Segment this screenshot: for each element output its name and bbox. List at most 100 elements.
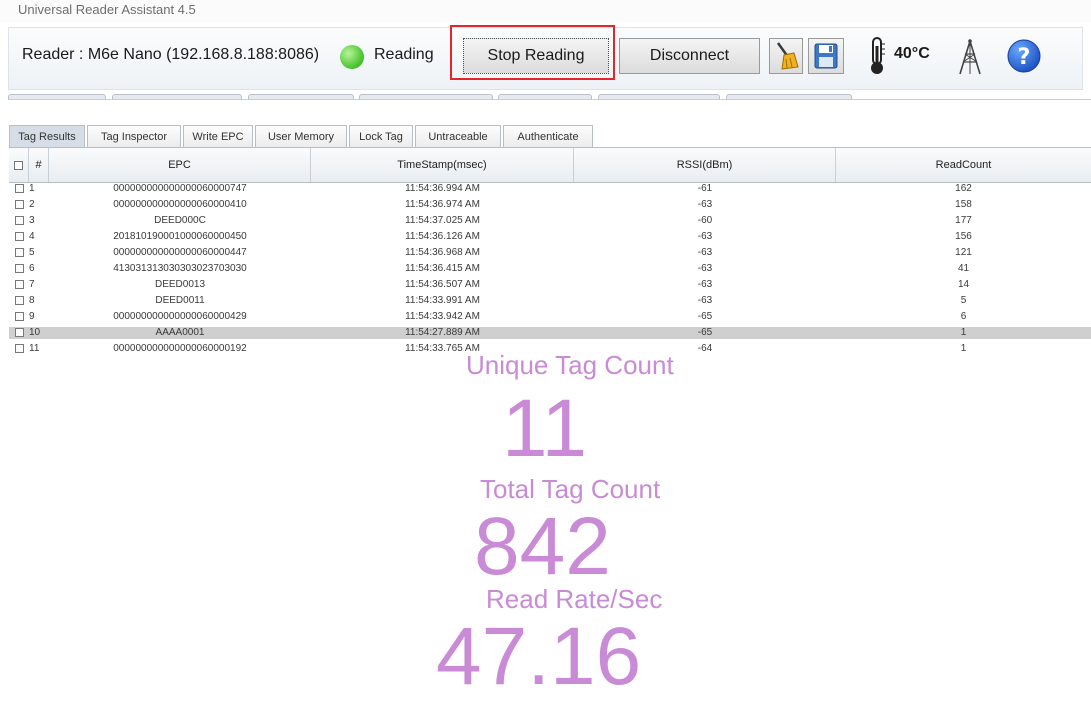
antenna-tower-icon	[955, 38, 985, 76]
broom-icon[interactable]	[769, 38, 803, 74]
readcount-cell: 5	[960, 295, 967, 306]
subtab-divider	[8, 99, 1091, 100]
readcount-cell: 158	[955, 199, 972, 210]
table-row[interactable]: 5 000000000000000060000447 11:54:36.968 AM…	[9, 247, 1091, 259]
rssi-cell: -63	[697, 295, 713, 306]
table-row[interactable]: 8 DEED0011 11:54:33.991 AM -63 5	[9, 295, 1091, 307]
row-index: 7	[29, 279, 35, 290]
table-row[interactable]: 6 413031313030303023703030 11:54:36.415 AM…	[9, 263, 1091, 275]
row-checkbox[interactable]	[15, 328, 24, 337]
reader-label: Reader : M6e Nano (192.168.8.188:8086)	[22, 46, 320, 63]
table-row[interactable]: 10 AAAA0001 11:54:27.889 AM -65 1	[9, 327, 1091, 339]
epc-cell: 000000000000000060000447	[113, 247, 247, 258]
row-checkbox[interactable]	[15, 200, 24, 209]
timestamp-cell: 11:54:36.507 AM	[405, 279, 480, 290]
select-all-header[interactable]	[9, 148, 29, 182]
row-index: 3	[29, 215, 35, 226]
row-checkbox[interactable]	[15, 184, 24, 193]
rssi-cell: -63	[697, 247, 713, 258]
table-row[interactable]: 4 201810190001000060000450 11:54:36.126 AM…	[9, 231, 1091, 243]
row-checkbox[interactable]	[15, 344, 24, 353]
timestamp-cell: 11:54:36.126 AM	[405, 231, 480, 242]
timestamp-cell: 11:54:27.889 AM	[405, 327, 480, 338]
window-title: Universal Reader Assistant 4.5	[18, 2, 196, 17]
readcount-cell: 41	[957, 263, 970, 274]
row-checkbox[interactable]	[15, 296, 24, 305]
table-row[interactable]: 2 000000000000000060000410 11:54:36.974 AM…	[9, 199, 1091, 211]
readcount-cell: 156	[955, 231, 972, 242]
save-icon[interactable]	[808, 38, 844, 74]
tab-untraceable[interactable]: Untraceable	[415, 125, 501, 147]
column-header-index[interactable]: #	[29, 148, 49, 182]
highlight-annotation	[450, 25, 615, 80]
rssi-cell: -65	[697, 311, 713, 322]
row-index: 10	[29, 327, 41, 338]
readcount-cell: 177	[955, 215, 972, 226]
row-index: 2	[29, 199, 35, 210]
table-row[interactable]: 7 DEED0013 11:54:36.507 AM -63 14	[9, 279, 1091, 291]
row-checkbox[interactable]	[15, 280, 24, 289]
temperature-readout: 40°C	[894, 45, 930, 62]
tab-authenticate[interactable]: Authenticate	[503, 125, 593, 147]
epc-cell: 000000000000000060000192	[113, 343, 247, 354]
row-checkbox[interactable]	[15, 312, 24, 321]
timestamp-cell: 11:54:36.974 AM	[405, 199, 480, 210]
help-icon[interactable]: ?	[1006, 38, 1042, 74]
row-index: 5	[29, 247, 35, 258]
readcount-cell: 1	[960, 343, 967, 354]
column-header-timestamp[interactable]: TimeStamp(msec)	[311, 148, 574, 182]
column-header-readcount[interactable]: ReadCount	[836, 148, 1091, 182]
readcount-cell: 1	[960, 327, 967, 338]
disconnect-button[interactable]: Disconnect	[619, 38, 760, 74]
row-index: 9	[29, 311, 35, 322]
rssi-cell: -63	[697, 279, 713, 290]
thermometer-icon	[866, 36, 888, 76]
rssi-cell: -61	[697, 183, 713, 194]
readcount-cell: 121	[955, 247, 972, 258]
epc-cell: 413031313030303023703030	[113, 263, 247, 274]
title-bar: Universal Reader Assistant 4.5	[0, 0, 1091, 22]
row-index: 4	[29, 231, 35, 242]
read-rate-value: 47.16	[436, 611, 642, 702]
table-row[interactable]: 9 000000000000000060000429 11:54:33.942 AM…	[9, 311, 1091, 323]
epc-cell: 000000000000000060000429	[113, 311, 247, 322]
rssi-cell: -63	[697, 199, 713, 210]
tab-write-epc[interactable]: Write EPC	[183, 125, 253, 147]
tab-tag-results[interactable]: Tag Results	[9, 125, 85, 147]
epc-cell: DEED000C	[154, 215, 206, 226]
reading-status: Reading	[374, 46, 434, 63]
row-checkbox[interactable]	[15, 216, 24, 225]
readcount-cell: 6	[960, 311, 967, 322]
rssi-cell: -63	[697, 263, 713, 274]
epc-cell: 000000000000000060000747	[113, 183, 247, 194]
rssi-cell: -63	[697, 231, 713, 242]
status-indicator-icon	[340, 45, 364, 69]
row-checkbox[interactable]	[15, 264, 24, 273]
tab-user-memory[interactable]: User Memory	[255, 125, 347, 147]
column-header-epc[interactable]: EPC	[49, 148, 311, 182]
row-index: 11	[29, 343, 40, 354]
epc-cell: 000000000000000060000410	[113, 199, 247, 210]
row-index: 1	[29, 183, 35, 194]
timestamp-cell: 11:54:36.415 AM	[405, 263, 480, 274]
select-all-checkbox[interactable]	[14, 160, 23, 170]
rssi-cell: -65	[697, 327, 713, 338]
row-index: 6	[29, 263, 35, 274]
total-tag-count-value: 842	[474, 501, 611, 592]
timestamp-cell: 11:54:33.991 AM	[405, 295, 480, 306]
epc-cell: DEED0013	[154, 279, 206, 290]
tab-lock-tag[interactable]: Lock Tag	[349, 125, 413, 147]
readcount-cell: 14	[957, 279, 970, 290]
timestamp-cell: 11:54:36.994 AM	[405, 183, 480, 194]
svg-text:?: ?	[1018, 45, 1031, 70]
readcount-cell: 162	[955, 183, 972, 194]
epc-cell: 201810190001000060000450	[113, 231, 247, 242]
table-row[interactable]: 3 DEED000C 11:54:37.025 AM -60 177	[9, 215, 1091, 227]
epc-cell: DEED0011	[155, 295, 205, 306]
row-checkbox[interactable]	[15, 232, 24, 241]
row-checkbox[interactable]	[15, 248, 24, 257]
table-row[interactable]: 1 000000000000000060000747 11:54:36.994 AM…	[9, 183, 1091, 195]
column-header-rssi[interactable]: RSSI(dBm)	[574, 148, 836, 182]
timestamp-cell: 11:54:33.942 AM	[405, 311, 480, 322]
tab-tag-inspector[interactable]: Tag Inspector	[87, 125, 181, 147]
